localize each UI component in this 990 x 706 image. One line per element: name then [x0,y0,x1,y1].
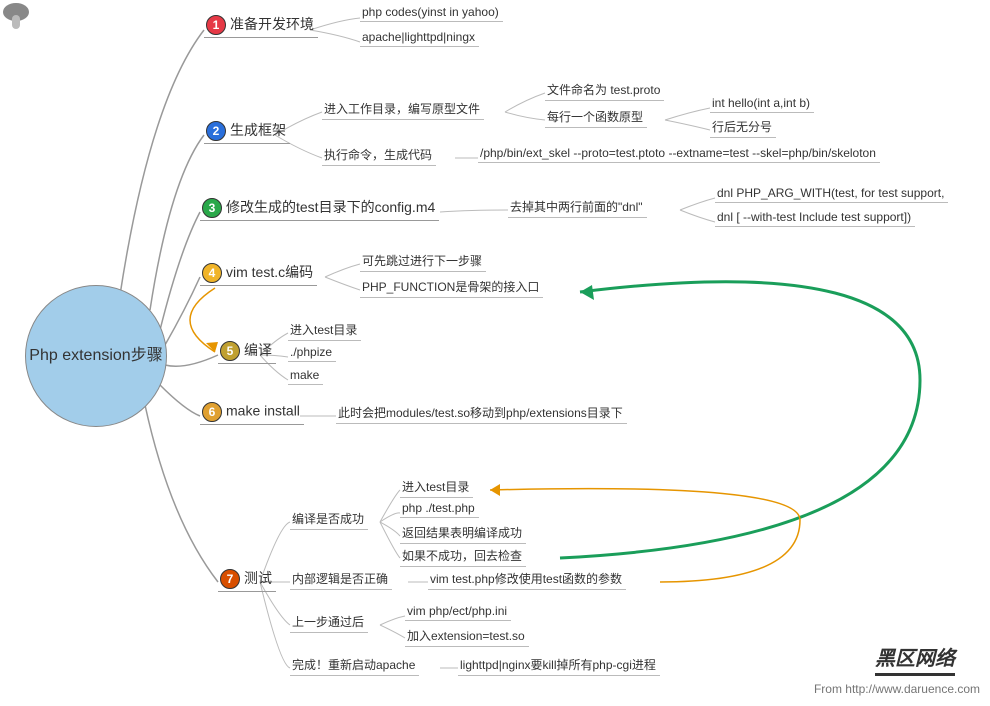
num-badge-7: 7 [220,569,240,589]
step-5[interactable]: 5编译 [218,340,276,364]
step-3[interactable]: 3修改生成的test目录下的config.m4 [200,197,439,221]
leaf-2-1-2-1[interactable]: int hello(int a,int b) [710,96,814,113]
step-5-label: 编译 [244,342,272,358]
leaf-5-1[interactable]: 进入test目录 [288,321,361,341]
root-node[interactable]: Php extension步骤 [25,285,167,427]
step-3-label: 修改生成的test目录下的config.m4 [226,199,435,215]
leaf-7-1[interactable]: 编译是否成功 [290,510,368,530]
leaf-7-4[interactable]: 完成！重新启动apache [290,656,419,676]
step-2[interactable]: 2生成框架 [204,120,290,144]
leaf-7-1-4[interactable]: 如果不成功，回去检查 [400,547,526,567]
leaf-7-3-2[interactable]: 加入extension=test.so [405,627,529,647]
step-2-label: 生成框架 [230,122,286,138]
step-7[interactable]: 7测试 [218,568,276,592]
leaf-7-3[interactable]: 上一步通过后 [290,613,368,633]
leaf-5-2[interactable]: ./phpize [288,345,336,362]
leaf-7-1-2[interactable]: php ./test.php [400,501,479,518]
leaf-1-2[interactable]: apache|lighttpd|ningx [360,30,479,47]
leaf-2-2[interactable]: 执行命令，生成代码 [322,146,436,166]
step-7-label: 测试 [244,570,272,586]
footer-logo: 黑区网络 [875,642,955,676]
leaf-7-3-1[interactable]: vim php/ect/php.ini [405,604,511,621]
num-badge-1: 1 [206,15,226,35]
step-4[interactable]: 4vim test.c编码 [200,262,317,286]
leaf-2-1-2[interactable]: 每行一个函数原型 [545,108,647,128]
leaf-2-2-1[interactable]: /php/bin/ext_skel --proto=test.ptoto --e… [478,146,880,163]
leaf-3-1-1[interactable]: dnl PHP_ARG_WITH(test, for test support, [715,186,948,203]
footer-from: From http://www.daruence.com [814,682,980,696]
leaf-2-1-1[interactable]: 文件命名为 test.proto [545,81,664,101]
leaf-2-1[interactable]: 进入工作目录，编写原型文件 [322,100,484,120]
num-badge-2: 2 [206,121,226,141]
step-6[interactable]: 6make install [200,402,304,425]
leaf-7-2-1[interactable]: vim test.php修改使用test函数的参数 [428,570,626,590]
step-6-label: make install [226,403,300,419]
num-badge-3: 3 [202,198,222,218]
logo-icon [0,0,32,32]
leaf-3-1[interactable]: 去掉其中两行前面的"dnl" [508,198,647,218]
num-badge-5: 5 [220,341,240,361]
step-4-label: vim test.c编码 [226,264,313,280]
leaf-7-1-1[interactable]: 进入test目录 [400,478,473,498]
leaf-6-1[interactable]: 此时会把modules/test.so移动到php/extensions目录下 [336,404,627,424]
leaf-7-2[interactable]: 内部逻辑是否正确 [290,570,392,590]
root-label: Php extension步骤 [29,346,162,367]
leaf-2-1-2-2[interactable]: 行后无分号 [710,118,776,138]
leaf-1-1[interactable]: php codes(yinst in yahoo) [360,5,503,22]
num-badge-4: 4 [202,263,222,283]
leaf-7-4-1[interactable]: lighttpd|nginx要kill掉所有php-cgi进程 [458,656,660,676]
step-1[interactable]: 1准备开发环境 [204,14,318,38]
num-badge-6: 6 [202,402,222,422]
step-1-label: 准备开发环境 [230,16,314,32]
leaf-4-2[interactable]: PHP_FUNCTION是骨架的接入口 [360,278,543,298]
leaf-7-1-3[interactable]: 返回结果表明编译成功 [400,524,526,544]
leaf-4-1[interactable]: 可先跳过进行下一步骤 [360,252,486,272]
leaf-3-1-2[interactable]: dnl [ --with-test Include test support]) [715,210,915,227]
leaf-5-3[interactable]: make [288,368,323,385]
